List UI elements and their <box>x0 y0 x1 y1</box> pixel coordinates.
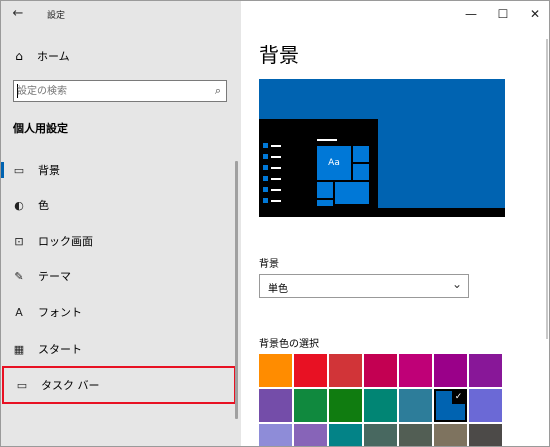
home-nav-item[interactable]: ⌂ ホーム <box>11 46 70 66</box>
app-title: 設定 <box>47 11 66 21</box>
chevron-down-icon: ⌄ <box>451 277 462 291</box>
color-swatch[interactable] <box>364 354 397 387</box>
color-swatch[interactable] <box>259 424 292 446</box>
sidebar-scrollbar[interactable] <box>235 161 238 419</box>
sidebar-item-label: フォント <box>38 306 82 319</box>
color-swatch[interactable] <box>259 389 292 422</box>
color-swatch[interactable] <box>434 354 467 387</box>
preview-taskbar <box>259 208 505 217</box>
themes-icon: ✎ <box>14 269 24 283</box>
home-label: ホーム <box>37 50 70 63</box>
sidebar-item-label: ロック画面 <box>38 235 93 248</box>
window-controls: — ☐ ✕ <box>455 1 549 29</box>
color-picker-label: 背景色の選択 <box>259 339 319 350</box>
checkmark-icon: ✓ <box>452 391 465 404</box>
color-swatch[interactable]: ✓ <box>434 389 467 422</box>
home-icon: ⌂ <box>15 49 23 63</box>
color-swatch[interactable] <box>399 389 432 422</box>
sidebar-item-label: テーマ <box>38 270 71 283</box>
color-swatch[interactable] <box>364 389 397 422</box>
color-swatch[interactable] <box>329 354 362 387</box>
sidebar-item-fonts[interactable]: A フォント <box>1 298 237 326</box>
search-input[interactable] <box>17 83 202 99</box>
color-swatch[interactable] <box>469 389 502 422</box>
color-swatch[interactable] <box>469 424 502 446</box>
title-bar: ← 設定 <box>1 1 241 29</box>
lock-screen-icon: ⊡ <box>14 234 24 248</box>
preview-tile-aa: Aa <box>317 146 351 180</box>
close-icon[interactable]: ✕ <box>519 1 549 29</box>
background-type-dropdown[interactable]: 単色 ⌄ <box>259 274 469 298</box>
color-swatch[interactable] <box>259 354 292 387</box>
sidebar-item-lock-screen[interactable]: ⊡ ロック画面 <box>1 227 237 255</box>
sidebar-item-label: タスク バー <box>41 379 100 392</box>
back-arrow-icon[interactable]: ← <box>9 5 27 23</box>
background-icon: ▭ <box>13 163 25 177</box>
section-title: 個人用設定 <box>13 122 68 135</box>
color-swatch[interactable] <box>399 424 432 446</box>
preview-tile <box>317 182 333 198</box>
palette-icon: ◐ <box>14 198 24 212</box>
main-pane: — ☐ ✕ 背景 Aa 背景 単色 ⌄ 背景色の選択 ✓ <box>241 1 549 446</box>
color-swatch[interactable] <box>364 424 397 446</box>
minimize-icon[interactable]: — <box>455 1 487 29</box>
color-swatch[interactable] <box>329 424 362 446</box>
main-scrollbar[interactable] <box>546 39 548 339</box>
search-box[interactable]: ⌕ <box>13 80 227 102</box>
color-swatch[interactable] <box>434 424 467 446</box>
sidebar-item-taskbar[interactable]: ▭ タスク バー <box>2 366 236 404</box>
font-icon: A <box>15 305 23 319</box>
sidebar-item-background[interactable]: ▭ 背景 <box>1 156 237 184</box>
start-icon: ▦ <box>13 342 25 356</box>
background-type-label: 背景 <box>259 259 279 270</box>
background-preview: Aa <box>259 79 505 217</box>
color-swatch[interactable] <box>399 354 432 387</box>
color-swatch[interactable] <box>294 424 327 446</box>
preview-tile <box>317 200 333 206</box>
maximize-icon[interactable]: ☐ <box>487 1 519 29</box>
sidebar-item-colors[interactable]: ◐ 色 <box>1 191 237 219</box>
color-swatch[interactable] <box>329 389 362 422</box>
sidebar-item-start[interactable]: ▦ スタート <box>1 335 237 363</box>
preview-tile <box>335 182 369 204</box>
sidebar-item-label: 色 <box>38 199 49 212</box>
sidebar-item-themes[interactable]: ✎ テーマ <box>1 262 237 290</box>
sidebar-item-label: 背景 <box>38 164 60 177</box>
color-swatch[interactable] <box>294 354 327 387</box>
sidebar: ← 設定 ⌂ ホーム ⌕ 個人用設定 ▭ 背景 ◐ 色 ⊡ ロック画面 ✎ テー… <box>1 1 241 446</box>
search-icon[interactable]: ⌕ <box>215 84 221 98</box>
page-title: 背景 <box>259 43 299 67</box>
sidebar-item-label: スタート <box>38 343 82 356</box>
color-swatch[interactable] <box>294 389 327 422</box>
settings-window: ← 設定 ⌂ ホーム ⌕ 個人用設定 ▭ 背景 ◐ 色 ⊡ ロック画面 ✎ テー… <box>0 0 550 447</box>
dropdown-value: 単色 <box>268 284 288 295</box>
color-swatch[interactable] <box>469 354 502 387</box>
preview-tile <box>353 164 369 180</box>
taskbar-icon: ▭ <box>16 378 28 392</box>
preview-tile <box>353 146 369 162</box>
